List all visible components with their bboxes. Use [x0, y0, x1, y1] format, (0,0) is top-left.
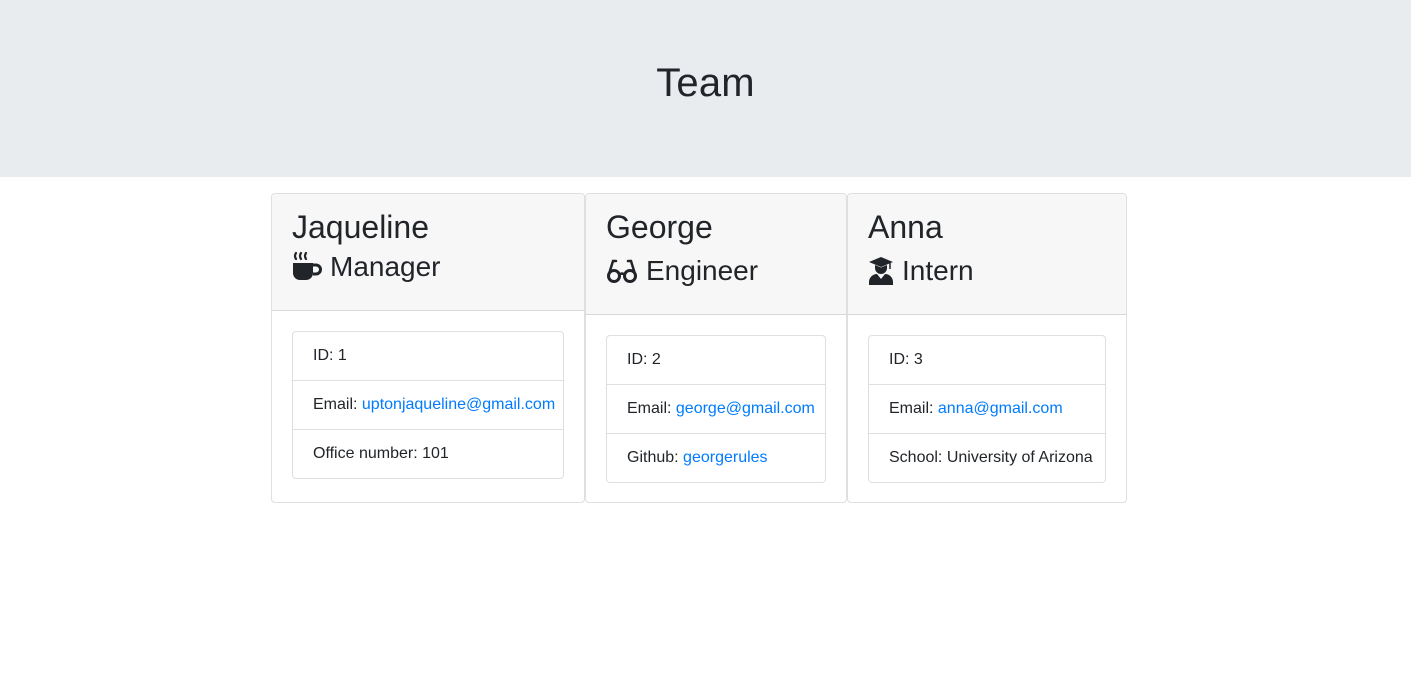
jumbotron-header: Team — [0, 0, 1411, 177]
list-item-id: ID: 1 — [293, 332, 563, 381]
card-header: George Engineer — [586, 194, 846, 315]
info-list: ID: 1 Email: uptonjaqueline@gmail.com Of… — [292, 331, 564, 479]
list-item-school: School: University of Arizona — [869, 434, 1105, 482]
github-label: Github: — [627, 449, 679, 466]
id-value: 1 — [337, 347, 347, 364]
id-label: ID: — [889, 351, 910, 368]
id-value: 2 — [651, 351, 661, 368]
list-item-email: Email: anna@gmail.com — [869, 385, 1105, 434]
email-label: Email: — [313, 396, 358, 413]
list-item-id: ID: 3 — [869, 336, 1105, 385]
info-list: ID: 2 Email: george@gmail.com Github: ge… — [606, 335, 826, 483]
school-label: School: — [889, 449, 943, 466]
employee-card-engineer: George Engineer ID: 2 Email: george@gmai… — [585, 193, 847, 503]
card-body: ID: 2 Email: george@gmail.com Github: ge… — [586, 315, 846, 502]
office-number-label: Office number: — [313, 445, 418, 462]
email-link[interactable]: george@gmail.com — [676, 400, 815, 418]
email-link[interactable]: uptonjaqueline@gmail.com — [362, 396, 555, 414]
card-body: ID: 3 Email: anna@gmail.com School: Univ… — [848, 315, 1126, 502]
employee-role: Engineer — [606, 254, 826, 288]
school-value: University of Arizona — [946, 449, 1093, 466]
employee-role: Intern — [868, 254, 1106, 288]
coffee-icon — [292, 251, 322, 283]
glasses-icon — [606, 258, 638, 284]
card-body: ID: 1 Email: uptonjaqueline@gmail.com Of… — [272, 311, 584, 499]
employee-name: George — [606, 209, 713, 245]
employee-role-label: Manager — [330, 251, 441, 282]
email-label: Email: — [889, 400, 934, 417]
email-link[interactable]: anna@gmail.com — [938, 400, 1063, 418]
employee-role-label: Engineer — [646, 255, 759, 286]
id-label: ID: — [313, 347, 334, 364]
user-graduate-icon — [868, 256, 894, 286]
employee-name: Jaqueline — [292, 209, 429, 245]
info-list: ID: 3 Email: anna@gmail.com School: Univ… — [868, 335, 1106, 483]
id-value: 3 — [913, 351, 923, 368]
list-item-id: ID: 2 — [607, 336, 825, 385]
page-title: Team — [656, 61, 755, 105]
office-number-value: 101 — [422, 445, 449, 462]
employee-card-intern: Anna Intern ID: 3 Email: anna@gmail.com — [847, 193, 1127, 503]
email-label: Email: — [627, 400, 672, 417]
employee-name: Anna — [868, 209, 943, 245]
card-header: Anna Intern — [848, 194, 1126, 315]
github-link[interactable]: georgerules — [683, 449, 768, 467]
list-item-email: Email: george@gmail.com — [607, 385, 825, 434]
employee-role-label: Intern — [902, 255, 974, 286]
employee-role: Manager — [292, 250, 564, 284]
card-header: Jaqueline Manager — [272, 194, 584, 311]
id-label: ID: — [627, 351, 648, 368]
list-item-email: Email: uptonjaqueline@gmail.com — [293, 381, 563, 430]
list-item-github: Github: georgerules — [607, 434, 825, 482]
employee-card-manager: Jaqueline Manager ID: 1 Email: uptonjaqu… — [271, 193, 585, 503]
list-item-office-number: Office number: 101 — [293, 430, 563, 478]
